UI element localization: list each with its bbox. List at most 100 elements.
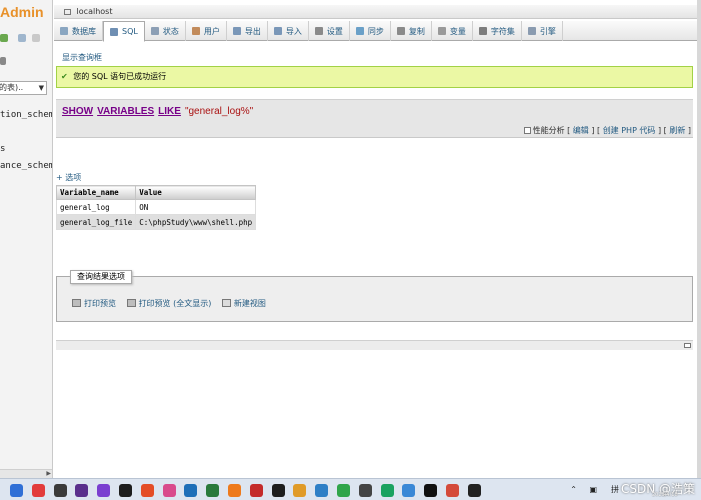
tab-variables[interactable]: 变量: [432, 21, 473, 41]
taskbar-app-icon[interactable]: [97, 484, 111, 497]
table-row: general_log_file C:\phpStudy\www\shell.p…: [55, 214, 257, 230]
taskbar-app-icon[interactable]: [119, 484, 132, 497]
tab-label: 导入: [285, 26, 302, 36]
profiling-checkbox[interactable]: [523, 127, 531, 134]
bracket-open: [: [567, 126, 571, 135]
home-icon[interactable]: [0, 34, 8, 42]
taskbar-app-icon[interactable]: [184, 484, 198, 497]
taskbar-app-icon[interactable]: [358, 484, 372, 497]
input-method-indicator[interactable]: 拼: [611, 479, 619, 500]
sidebar-database-item[interactable]: ance_schem: [0, 161, 52, 171]
taskbar-app-icon[interactable]: [293, 484, 307, 497]
table-cell-variable-name: general_log_file: [55, 214, 137, 230]
bracket-close: ]: [591, 126, 595, 135]
sidebar-database-item[interactable]: s: [0, 144, 5, 154]
windows-taskbar: ⌃ ▣ 拼: [0, 478, 701, 500]
print-view-full-label: 打印预览 (全文显示): [138, 299, 212, 308]
taskbar-app-icon[interactable]: [206, 484, 220, 497]
taskbar-app-icon[interactable]: [337, 484, 350, 497]
console-bar[interactable]: [56, 340, 693, 350]
taskbar-app-icon[interactable]: [75, 484, 89, 497]
tab-import[interactable]: 导入: [268, 21, 309, 41]
horizontal-scrollbar[interactable]: ▶: [0, 469, 52, 478]
sql-keyword-variables[interactable]: VARIABLES: [97, 106, 154, 117]
scroll-right-icon[interactable]: ▶: [46, 470, 51, 477]
column-header-variable-name[interactable]: Variable_name: [55, 185, 137, 200]
print-view-link[interactable]: 打印预览: [72, 298, 116, 309]
taskbar-app-icon[interactable]: [315, 484, 329, 497]
taskbar-app-icon[interactable]: [467, 484, 481, 497]
results-header-row: Variable_name Value: [55, 185, 257, 200]
taskbar-app-icon[interactable]: [10, 484, 23, 497]
replication-icon: [396, 27, 405, 35]
printer-icon: [72, 299, 81, 307]
server-link[interactable]: localhost: [77, 7, 113, 16]
tab-replication[interactable]: 复制: [391, 21, 432, 41]
sidebar-database-item[interactable]: tion_schem: [0, 110, 52, 120]
tab-sync[interactable]: 同步: [350, 21, 391, 41]
taskbar-app-icon[interactable]: [228, 484, 241, 497]
query-results-operations-legend: 查询结果选项: [70, 270, 132, 284]
database-select[interactable]: 的表).. ▼: [0, 81, 47, 95]
variables-icon: [437, 27, 446, 35]
create-view-icon: [221, 299, 231, 307]
tab-sql[interactable]: SQL: [103, 21, 145, 42]
create-php-code-link[interactable]: 创建 PHP 代码: [603, 126, 656, 135]
taskbar-app-icon[interactable]: [53, 484, 67, 497]
sql-keyword-show[interactable]: SHOW: [62, 106, 93, 117]
chevron-down-icon: ▼: [38, 84, 44, 92]
phpmyadmin-logo[interactable]: Admin: [0, 4, 44, 20]
server-icon: [64, 9, 71, 15]
tab-users[interactable]: 用户: [186, 21, 227, 41]
tab-charset[interactable]: 字符集: [473, 21, 522, 41]
tab-database[interactable]: 数据库: [54, 21, 103, 41]
success-message-text: 您的 SQL 语句已成功运行: [73, 72, 167, 81]
navigation-panel: Admin 的表).. ▼ tion_schem s ance_schem ▶: [0, 0, 53, 478]
minimize-icon[interactable]: [684, 343, 691, 348]
tab-label: 数据库: [72, 26, 96, 36]
taskbar-app-icon[interactable]: [424, 484, 438, 497]
vertical-scrollbar[interactable]: [697, 0, 701, 478]
options-toggle-link[interactable]: + 选项: [56, 172, 81, 183]
taskbar-app-icon[interactable]: [249, 484, 263, 497]
refresh-link[interactable]: 刷新: [669, 126, 685, 135]
taskbar-app-icon[interactable]: [380, 484, 394, 497]
bracket-open: [: [663, 126, 667, 135]
success-message: ✔ 您的 SQL 语句已成功运行: [56, 66, 693, 88]
taskbar-app-icon[interactable]: [446, 484, 459, 497]
settings-icon: [314, 27, 323, 35]
column-header-value[interactable]: Value: [135, 185, 257, 200]
bracket-close: ]: [657, 126, 662, 135]
top-menu-tabs: 数据库 SQL 状态 用户 导出 导入 设置 同步 复制 变量 字符集 引擎: [54, 21, 697, 42]
create-view-link[interactable]: 新建视图: [221, 298, 266, 309]
server-breadcrumb: localhost: [54, 5, 697, 19]
show-query-box-link[interactable]: 显示查询框: [62, 52, 102, 63]
taskbar-app-icon[interactable]: [271, 484, 285, 497]
exit-icon[interactable]: [18, 34, 26, 42]
sql-keyword-like[interactable]: LIKE: [158, 106, 181, 117]
charset-icon: [478, 27, 487, 35]
network-icon[interactable]: ▣: [589, 479, 597, 500]
tab-label: SQL: [122, 27, 138, 36]
settings-icon[interactable]: [0, 57, 6, 65]
help-icon[interactable]: [32, 34, 40, 42]
table-cell-variable-name: general_log: [55, 199, 137, 215]
taskbar-app-icon[interactable]: [31, 484, 45, 497]
sql-string-pattern: "general_log%": [184, 106, 254, 117]
taskbar-app-icon[interactable]: [402, 484, 416, 497]
chevron-up-icon[interactable]: ⌃: [570, 479, 577, 500]
tab-engine[interactable]: 引擎: [522, 21, 563, 41]
main-content: localhost 数据库 SQL 状态 用户 导出 导入 设置 同步 复制 变量 字符集 引擎 显示…: [54, 0, 701, 478]
taskbar-app-icon[interactable]: [162, 484, 176, 497]
print-view-full-link[interactable]: 打印预览 (全文显示): [126, 298, 212, 309]
tab-settings[interactable]: 设置: [309, 21, 350, 41]
printer-icon: [126, 299, 136, 307]
tab-status[interactable]: 状态: [145, 21, 186, 41]
taskbar-app-icon[interactable]: [140, 484, 154, 497]
table-cell-value: C:\phpStudy\www\shell.php: [135, 214, 257, 230]
bracket-open: [: [597, 126, 601, 135]
tab-label: 状态: [162, 26, 179, 36]
tab-export[interactable]: 导出: [227, 21, 268, 41]
edit-query-link[interactable]: 编辑: [573, 126, 589, 135]
print-view-label: 打印预览: [84, 299, 116, 308]
